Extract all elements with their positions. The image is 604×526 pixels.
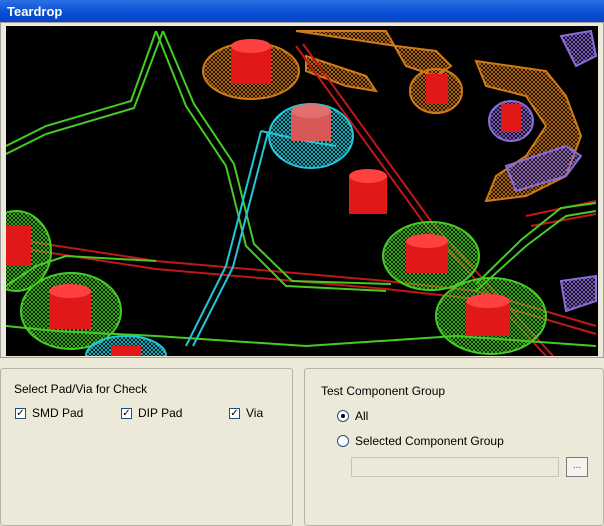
pad-via-check-title: Select Pad/Via for Check (14, 382, 148, 396)
test-component-group: Test Component Group All Selected Compon… (304, 368, 604, 526)
title-bar: Teardrop (0, 0, 604, 22)
pad-via-check-group: Select Pad/Via for Check ✓ SMD Pad ✓ DIP… (0, 368, 293, 526)
dip-pad-checkbox[interactable]: ✓ DIP Pad (121, 406, 182, 420)
via-checkbox[interactable]: ✓ Via (229, 406, 263, 420)
dip-pad-label: DIP Pad (138, 406, 183, 420)
selected-group-radio-icon (337, 435, 349, 447)
smd-pad-checkbox[interactable]: ✓ SMD Pad (15, 406, 83, 420)
via-check-icon: ✓ (229, 407, 240, 419)
smd-pad-label: SMD Pad (32, 406, 84, 420)
dip-pad-check-icon: ✓ (121, 407, 132, 419)
smd-pad-check-icon: ✓ (15, 407, 26, 419)
test-component-group-title: Test Component Group (321, 384, 446, 398)
component-group-field[interactable] (351, 457, 559, 477)
all-radio-icon (337, 410, 349, 422)
selected-group-radio[interactable]: Selected Component Group (337, 434, 504, 448)
browse-label: ... (572, 460, 582, 471)
all-label: All (355, 409, 369, 423)
window-title: Teardrop (7, 4, 63, 19)
selected-group-label: Selected Component Group (355, 434, 504, 448)
pcb-preview (0, 22, 604, 358)
browse-button[interactable]: ... (566, 457, 588, 477)
all-radio[interactable]: All (337, 409, 368, 423)
via-label: Via (246, 406, 264, 420)
pcb-preview-image (6, 26, 598, 356)
